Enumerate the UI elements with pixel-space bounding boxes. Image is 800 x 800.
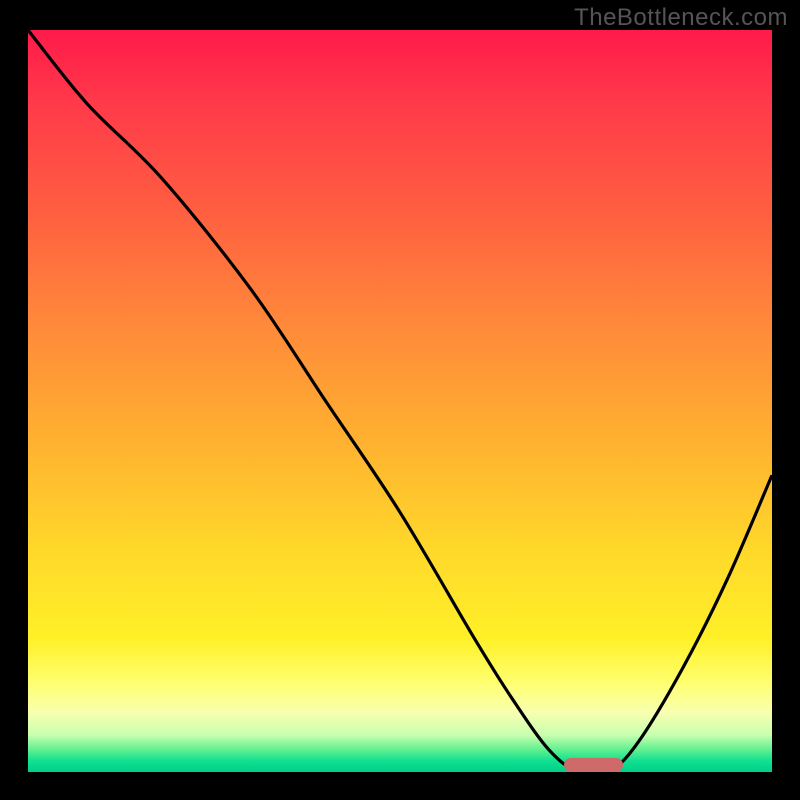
chart-curve-svg	[28, 30, 772, 772]
watermark-text: TheBottleneck.com	[574, 4, 788, 32]
chart-plot-area	[28, 30, 772, 772]
optimum-marker	[564, 758, 624, 772]
bottleneck-curve	[28, 30, 772, 772]
